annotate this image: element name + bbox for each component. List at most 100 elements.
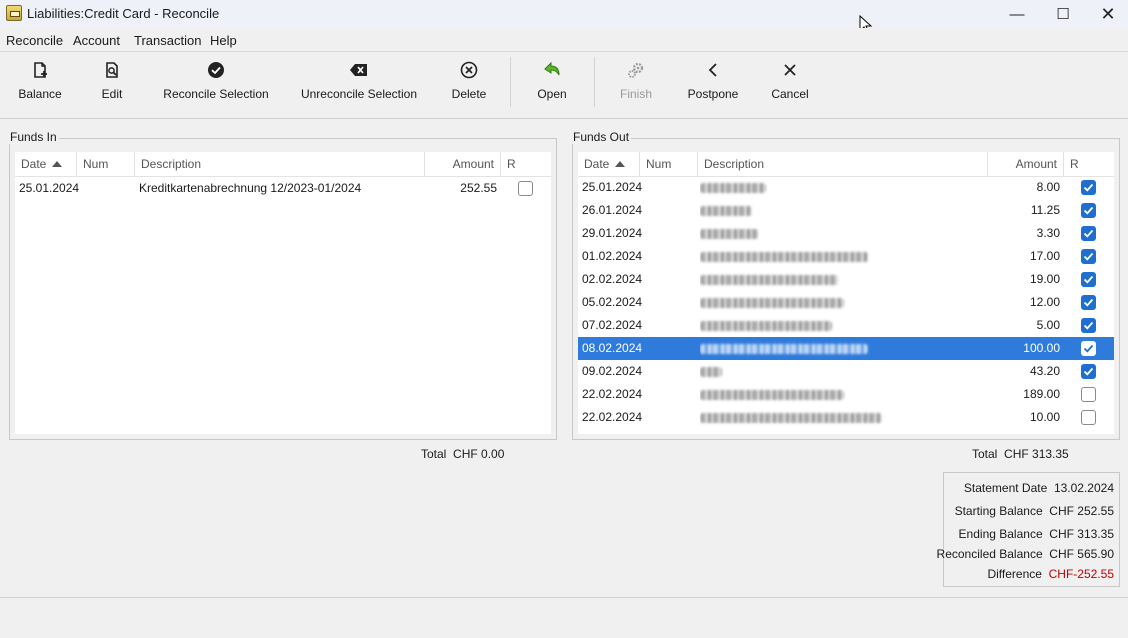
- row-description-redacted: [700, 291, 985, 316]
- difference-label: Difference: [987, 567, 1042, 581]
- row-amount: 8.00: [1036, 180, 1060, 194]
- menu-bar: Reconcile Account Transaction Help: [0, 28, 1128, 52]
- menu-account[interactable]: Account: [73, 33, 120, 48]
- table-row[interactable]: 05.02.2024 12.00: [578, 291, 1114, 314]
- row-amount: 17.00: [1029, 249, 1060, 263]
- ending-balance-row: Ending Balance CHF 313.35: [959, 527, 1114, 541]
- column-num[interactable]: Num: [77, 152, 135, 177]
- column-date-label: Date: [584, 157, 610, 171]
- table-row[interactable]: 22.02.2024 189.00: [578, 383, 1114, 406]
- cancel-label: Cancel: [771, 87, 809, 101]
- row-description-redacted: [700, 176, 985, 201]
- balance-button[interactable]: Balance: [10, 53, 70, 119]
- menu-help[interactable]: Help: [210, 33, 237, 48]
- table-row[interactable]: 29.01.2024 3.30: [578, 222, 1114, 245]
- reconciled-checkbox[interactable]: [1081, 249, 1096, 264]
- cancel-button[interactable]: Cancel: [766, 53, 814, 119]
- row-date: 07.02.2024: [582, 318, 642, 332]
- funds-out-total-label: Total: [972, 447, 998, 461]
- column-description[interactable]: Description: [135, 152, 425, 177]
- reconciled-checkbox[interactable]: [1081, 295, 1096, 310]
- reconciled-checkbox[interactable]: [1081, 180, 1096, 195]
- ending-balance-value: CHF 313.35: [1049, 527, 1114, 541]
- toolbar-separator: [510, 57, 511, 107]
- reconciled-checkbox[interactable]: [1081, 203, 1096, 218]
- table-row[interactable]: 01.02.2024 17.00: [578, 245, 1114, 268]
- table-row[interactable]: 25.01.2024 8.00: [578, 176, 1114, 199]
- table-row[interactable]: 26.01.2024 11.25: [578, 199, 1114, 222]
- funds-out-header: Date Num Description Amount R: [578, 152, 1114, 177]
- sort-ascending-icon: [615, 161, 626, 167]
- reconciled-checkbox[interactable]: [1081, 364, 1096, 379]
- starting-balance-label: Starting Balance: [954, 504, 1043, 518]
- row-amount: 12.00: [1029, 295, 1060, 309]
- menu-reconcile[interactable]: Reconcile: [6, 33, 63, 48]
- row-date: 29.01.2024: [582, 226, 642, 240]
- menu-transaction[interactable]: Transaction: [134, 33, 201, 48]
- edit-button[interactable]: Edit: [88, 53, 136, 119]
- column-num[interactable]: Num: [640, 152, 698, 177]
- delete-button[interactable]: Delete: [444, 53, 494, 119]
- row-amount: 10.00: [1029, 410, 1060, 424]
- column-amount[interactable]: Amount: [988, 152, 1064, 177]
- table-row[interactable]: 22.02.2024 10.00: [578, 406, 1114, 429]
- column-reconciled[interactable]: R: [1064, 152, 1114, 177]
- row-description-redacted: [700, 222, 985, 247]
- unreconcile-selection-button[interactable]: Unreconcile Selection: [297, 53, 421, 119]
- column-date-label: Date: [21, 157, 47, 171]
- window-title: Liabilities:Credit Card - Reconcile: [27, 6, 220, 21]
- finish-button[interactable]: Finish: [612, 53, 660, 119]
- column-reconciled[interactable]: R: [501, 152, 551, 177]
- minimize-button[interactable]: —: [994, 0, 1040, 28]
- difference-row: Difference CHF-252.55: [987, 567, 1114, 581]
- maximize-icon: ☐: [1056, 6, 1070, 23]
- row-date: 05.02.2024: [582, 295, 642, 309]
- reconciled-checkbox[interactable]: [1081, 387, 1096, 402]
- new-balance-icon: [31, 53, 49, 87]
- reconciled-checkbox[interactable]: [1081, 318, 1096, 333]
- reconciled-checkbox[interactable]: [1081, 341, 1096, 356]
- close-window-button[interactable]: ✕: [1085, 0, 1128, 28]
- redacted-text: [700, 183, 766, 193]
- funds-out-list[interactable]: Date Num Description Amount R 25.01.2024…: [578, 152, 1114, 434]
- maximize-button[interactable]: ☐: [1040, 0, 1086, 28]
- column-date[interactable]: Date: [15, 152, 77, 177]
- reconcile-selection-button[interactable]: Reconcile Selection: [160, 53, 272, 119]
- open-button[interactable]: Open: [530, 53, 574, 119]
- reconciled-balance-label: Reconciled Balance: [936, 547, 1043, 561]
- row-amount: 43.20: [1029, 364, 1060, 378]
- row-date: 01.02.2024: [582, 249, 642, 263]
- table-row[interactable]: 07.02.2024 5.00: [578, 314, 1114, 337]
- row-amount: 189.00: [1023, 387, 1060, 401]
- column-description[interactable]: Description: [698, 152, 988, 177]
- reconciled-balance-row: Reconciled Balance CHF 565.90: [937, 547, 1114, 561]
- reconciled-checkbox[interactable]: [1081, 272, 1096, 287]
- row-date: 09.02.2024: [582, 364, 642, 378]
- column-amount[interactable]: Amount: [425, 152, 501, 177]
- postpone-button[interactable]: Postpone: [684, 53, 742, 119]
- funds-in-total-label: Total: [421, 447, 447, 461]
- postpone-label: Postpone: [687, 87, 739, 101]
- reconcile-selection-label: Reconcile Selection: [163, 87, 269, 101]
- reconciled-checkbox[interactable]: [518, 181, 533, 196]
- app-icon: [6, 5, 22, 21]
- table-row[interactable]: 09.02.2024 43.20: [578, 360, 1114, 383]
- table-row[interactable]: 25.01.2024 Kreditkartenabrechnung 12/2023…: [15, 177, 551, 200]
- reconciled-checkbox[interactable]: [1081, 226, 1096, 241]
- funds-in-list[interactable]: Date Num Description Amount R 25.01.2024…: [15, 152, 551, 434]
- row-description-redacted: [700, 268, 985, 293]
- title-bar: Liabilities:Credit Card - Reconcile — ☐ …: [0, 0, 1128, 28]
- table-row[interactable]: 08.02.2024 100.00: [578, 337, 1114, 360]
- table-row[interactable]: 02.02.2024 19.00: [578, 268, 1114, 291]
- status-bar: [0, 597, 1128, 638]
- chevron-left-icon: [706, 53, 720, 87]
- column-date[interactable]: Date: [578, 152, 640, 177]
- reconciled-checkbox[interactable]: [1081, 410, 1096, 425]
- row-description-redacted: [700, 337, 985, 362]
- statement-date-row: Statement Date 13.02.2024: [964, 481, 1114, 495]
- row-amount: 19.00: [1029, 272, 1060, 286]
- redacted-text: [700, 413, 882, 423]
- funds-in-header: Date Num Description Amount R: [15, 152, 551, 177]
- funds-out-total-value: CHF 313.35: [1004, 447, 1069, 461]
- row-date: 25.01.2024: [582, 180, 642, 194]
